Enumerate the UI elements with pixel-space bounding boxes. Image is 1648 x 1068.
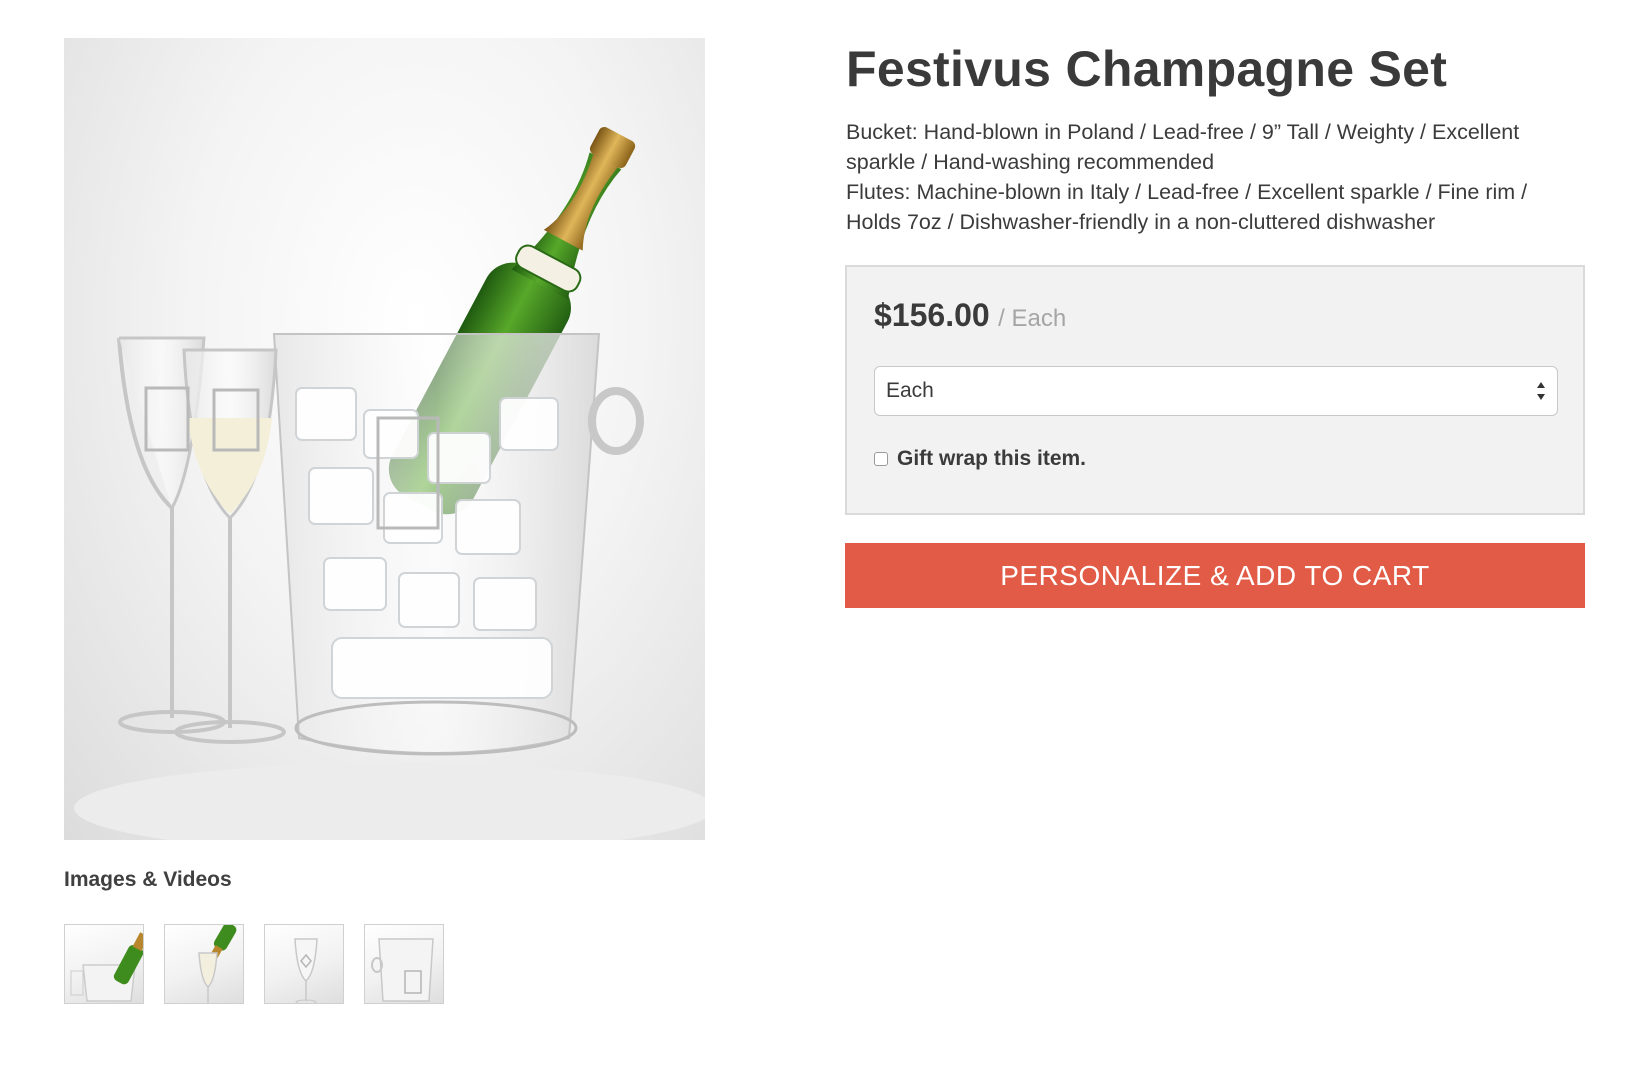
price-unit: / Each [998, 305, 1067, 332]
thumbnail-2[interactable] [164, 924, 244, 1004]
champagne-bucket-photo-icon [74, 127, 705, 840]
price-row: $156.00 / Each [874, 297, 1066, 334]
thumbnail-strip [64, 924, 444, 1004]
product-description: Bucket: Hand-blown in Poland / Lead-free… [846, 117, 1566, 237]
description-bucket: Bucket: Hand-blown in Poland / Lead-free… [846, 120, 1520, 174]
personalize-add-to-cart-button[interactable]: PERSONALIZE & ADD TO CART [845, 543, 1585, 608]
gift-wrap-checkbox[interactable] [874, 452, 888, 466]
gift-wrap-row: Gift wrap this item. [874, 447, 1086, 471]
product-page: Images & Videos Festivus Champagne Set B… [0, 0, 1648, 1068]
engraved-bucket-thumbnail-icon [371, 938, 434, 1002]
option-select-value: Each [886, 379, 934, 402]
gallery-heading: Images & Videos [64, 868, 232, 891]
thumbnail-1[interactable] [64, 924, 144, 1004]
select-arrows-icon [1537, 382, 1545, 400]
description-flutes: Flutes: Machine-blown in Italy / Lead-fr… [846, 180, 1528, 234]
bucket-bottle-thumbnail-icon [70, 932, 143, 1002]
engraved-flute-thumbnail-icon [294, 938, 318, 1003]
pouring-bottle-thumbnail-icon [198, 925, 237, 1003]
purchase-box: $156.00 / Each Each Gift wrap this item. [845, 265, 1585, 515]
product-title: Festivus Champagne Set [846, 41, 1448, 97]
thumbnail-4[interactable] [364, 924, 444, 1004]
thumbnail-3[interactable] [264, 924, 344, 1004]
price: $156.00 [874, 297, 990, 333]
main-product-image[interactable] [64, 38, 705, 840]
option-select[interactable]: Each [874, 366, 1558, 416]
gift-wrap-label[interactable]: Gift wrap this item. [897, 447, 1086, 471]
